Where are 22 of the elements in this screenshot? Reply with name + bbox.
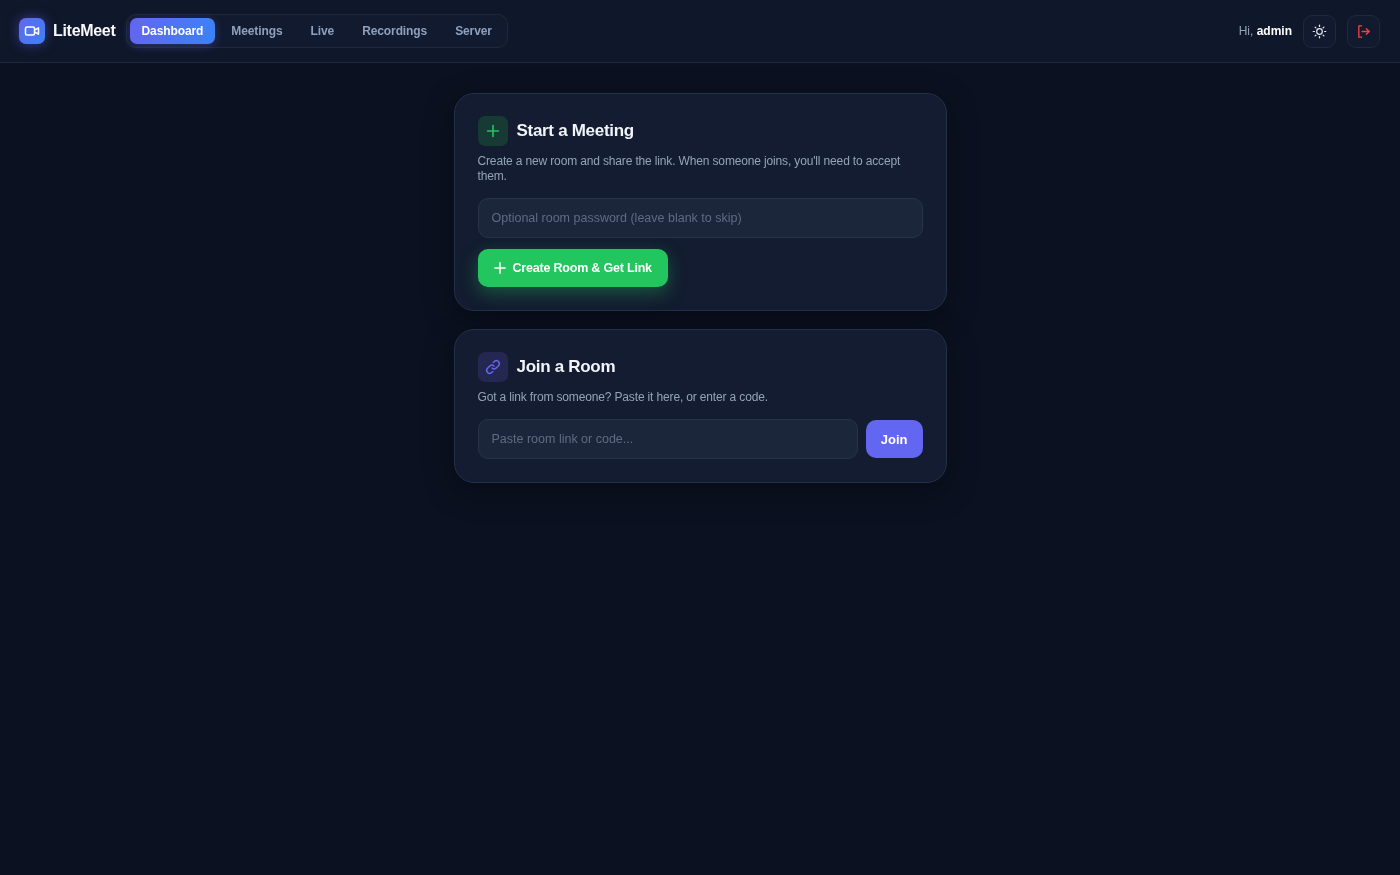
nav-tab[interactable]: Meetings bbox=[219, 18, 295, 44]
logout-button[interactable] bbox=[1347, 14, 1380, 48]
card-description: Create a new room and share the link. When someone joins, you'll need to accept them. bbox=[477, 154, 902, 184]
logout-icon bbox=[1356, 23, 1371, 39]
plus-icon bbox=[477, 116, 508, 146]
video-camera-icon bbox=[19, 18, 45, 44]
nav-tab[interactable]: Recordings bbox=[350, 18, 440, 44]
room-link-field[interactable]: Paste room link or code... bbox=[477, 419, 858, 459]
nav-tab[interactable]: Live bbox=[298, 18, 347, 44]
user-greeting: Hi, admin bbox=[1238, 24, 1292, 38]
nav-tab[interactable]: Dashboard bbox=[129, 18, 216, 44]
join-button[interactable]: Join bbox=[865, 420, 923, 458]
link-icon bbox=[477, 352, 508, 382]
card-title: Start a Meeting bbox=[516, 121, 634, 141]
password-field[interactable]: Optional room password (leave blank to skip) bbox=[477, 198, 923, 238]
card-title: Join a Room bbox=[516, 357, 616, 377]
nav-tab[interactable]: Server bbox=[443, 18, 504, 44]
card-description: Got a link from someone? Paste it here, or enter a code. bbox=[477, 390, 769, 405]
theme-toggle-button[interactable] bbox=[1303, 14, 1336, 48]
brand-name: LiteMeet bbox=[53, 22, 116, 40]
sun-icon bbox=[1312, 23, 1327, 39]
plus-icon bbox=[493, 262, 506, 274]
